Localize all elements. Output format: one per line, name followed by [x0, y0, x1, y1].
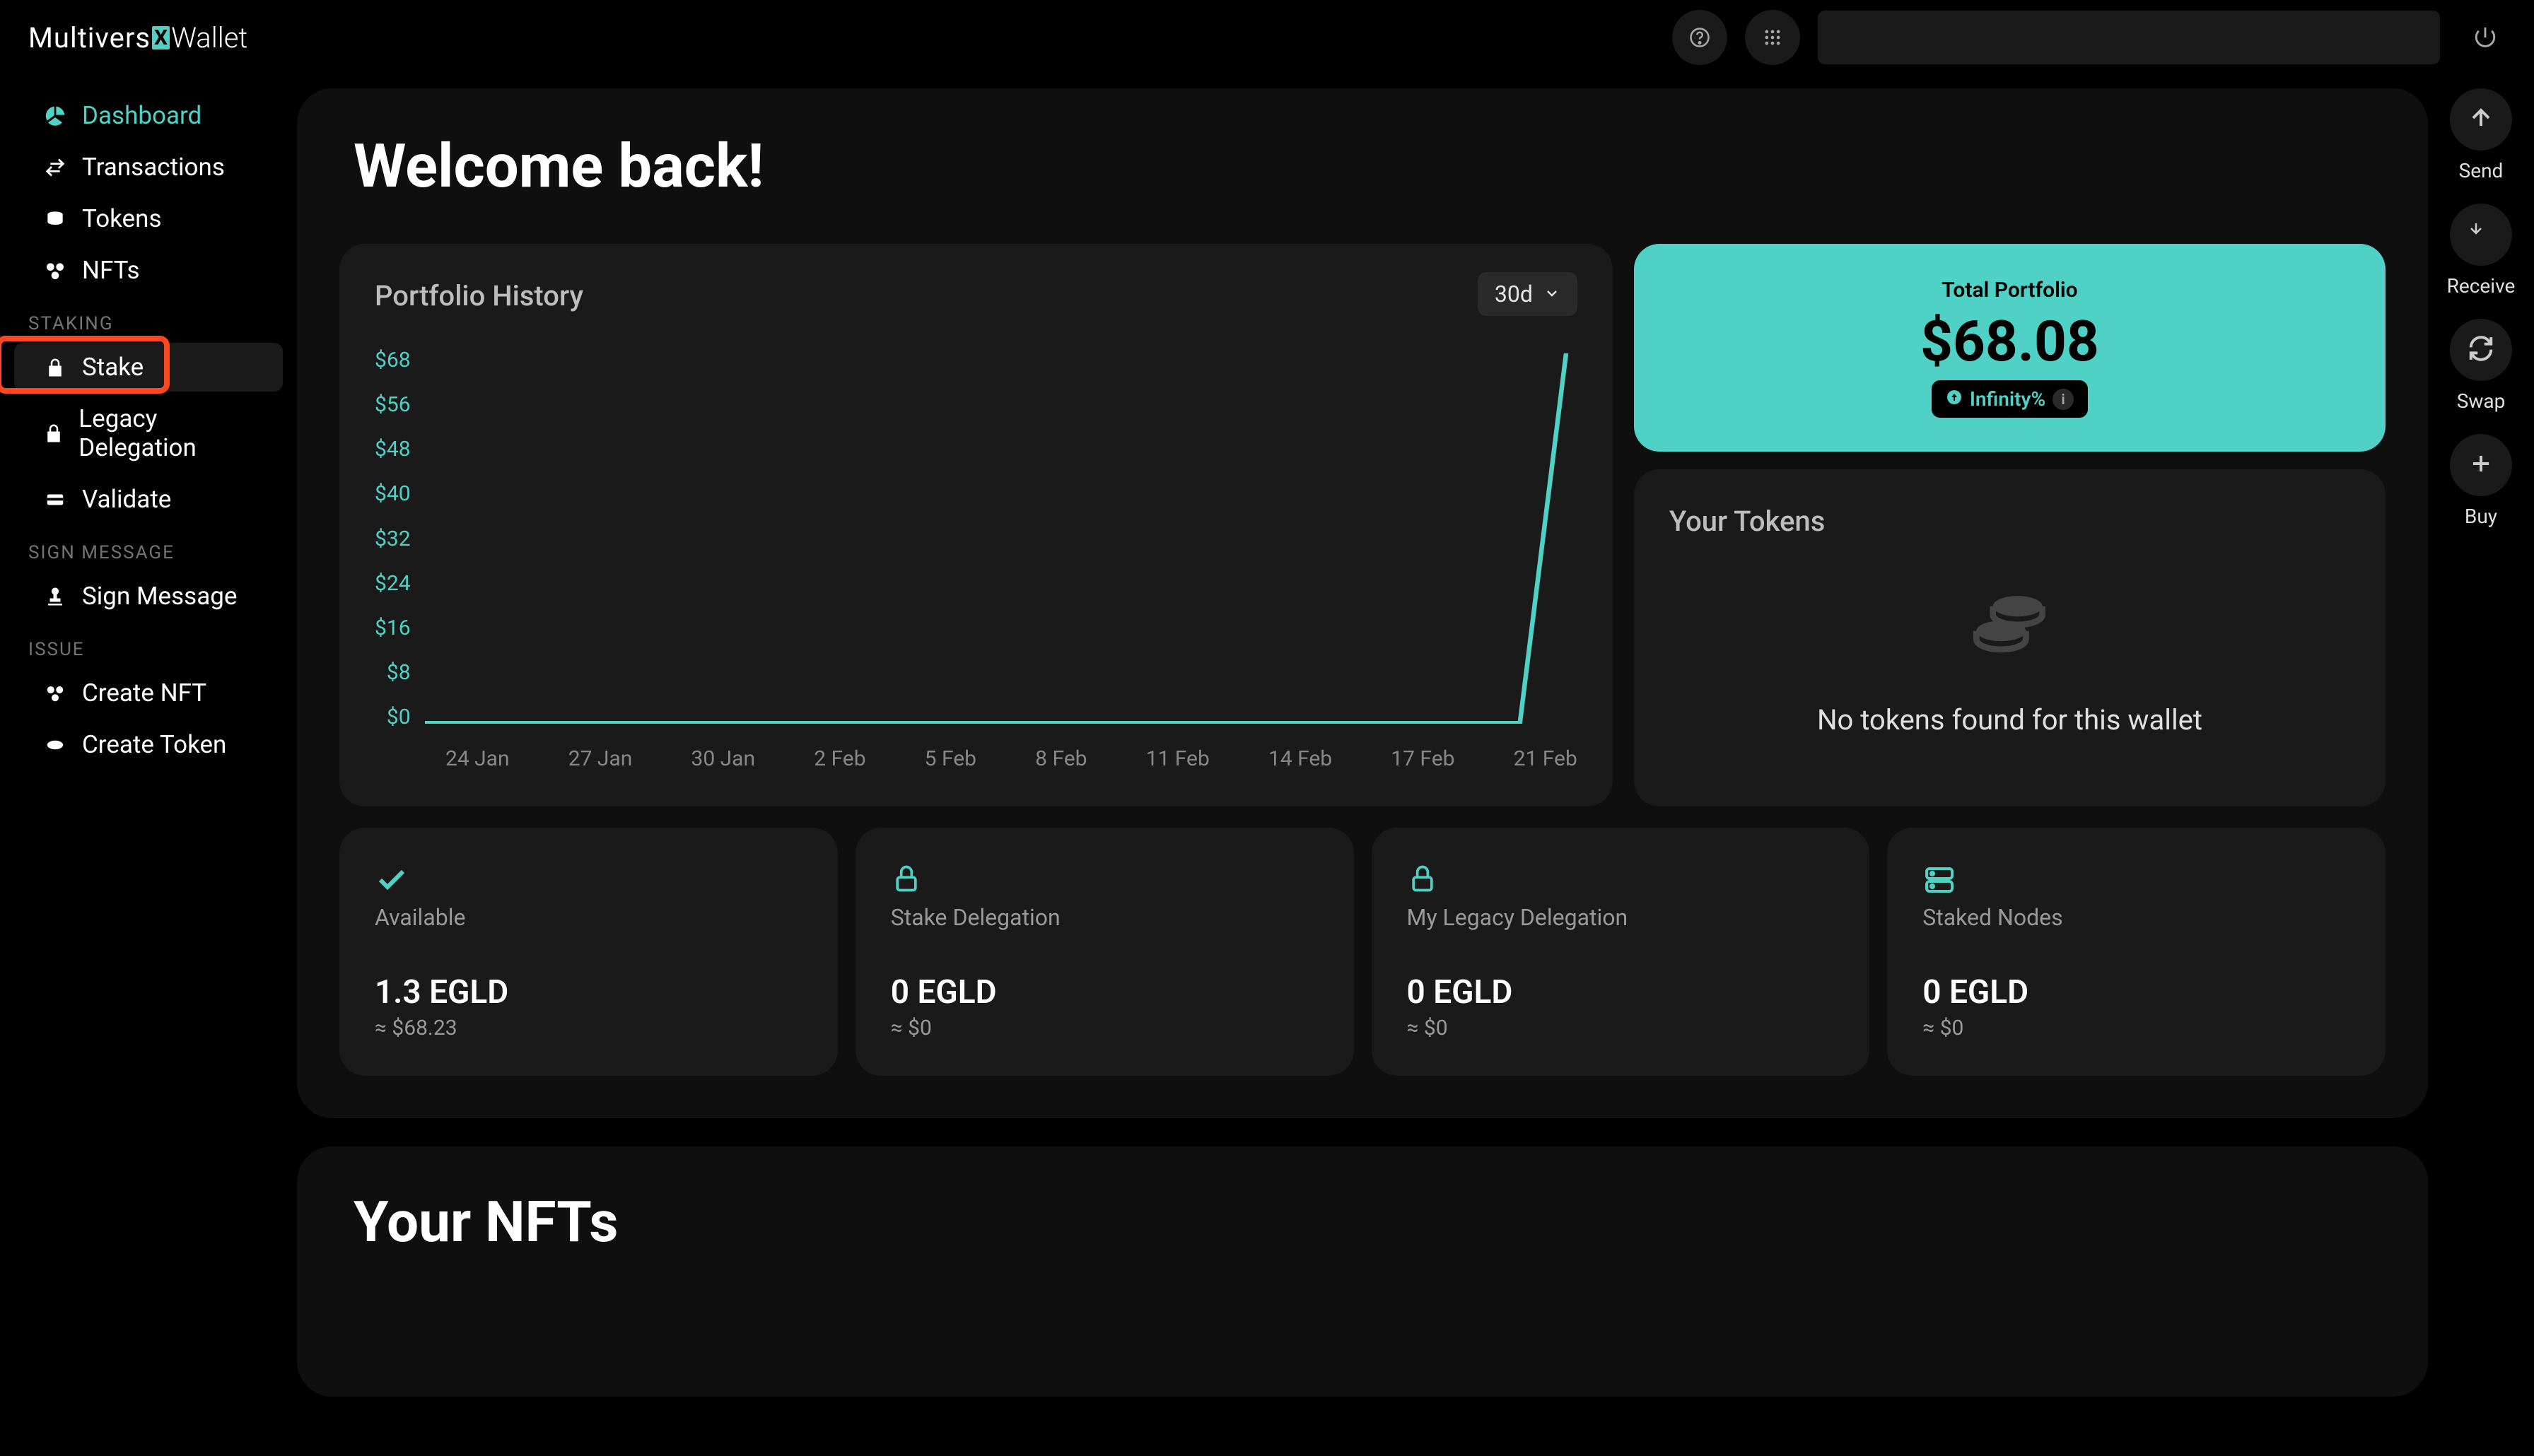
nft-icon	[42, 258, 68, 283]
rail-label: Send	[2459, 159, 2504, 182]
swap-icon	[2468, 335, 2494, 365]
coins-empty-icon	[1960, 573, 2059, 675]
sidebar-item-create-nft[interactable]: Create NFT	[14, 669, 283, 717]
stat-sub: ≈ $0	[1407, 1016, 1835, 1040]
nft-icon	[42, 681, 68, 706]
portfolio-history-card: Portfolio History 30d $68 $56	[339, 244, 1613, 806]
search-input[interactable]	[1818, 11, 2440, 64]
stamp-icon	[42, 584, 68, 609]
plus-icon	[2468, 450, 2494, 480]
your-nfts-card: Your NFTs	[297, 1146, 2428, 1397]
server-icon	[1922, 863, 2350, 891]
swap-button[interactable]: Swap	[2450, 319, 2512, 413]
sidebar-item-label: Tokens	[82, 204, 162, 233]
sidebar-item-label: Validate	[82, 485, 171, 514]
sidebar-item-label: Create Token	[82, 730, 226, 759]
info-icon[interactable]: i	[2053, 389, 2074, 410]
lock-icon	[42, 421, 64, 446]
total-portfolio-label: Total Portfolio	[1668, 278, 2352, 303]
arrow-down-icon	[2468, 220, 2494, 249]
stat-sub: ≈ $0	[1922, 1016, 2350, 1040]
sidebar-item-sign-message[interactable]: Sign Message	[14, 572, 283, 621]
period-selector[interactable]: 30d	[1478, 272, 1577, 316]
sidebar-item-dashboard[interactable]: Dashboard	[14, 91, 283, 140]
card-icon	[42, 487, 68, 512]
sidebar-section-issue: ISSUE	[0, 622, 297, 667]
send-button[interactable]: Send	[2450, 88, 2512, 182]
arrow-up-icon	[1946, 387, 1963, 411]
stat-value: 0 EGLD	[1922, 973, 2350, 1011]
pie-icon	[42, 103, 68, 129]
receive-button[interactable]: Receive	[2447, 204, 2516, 298]
portfolio-line-chart	[425, 348, 1577, 729]
period-label: 30d	[1495, 281, 1533, 307]
stat-label: Staked Nodes	[1922, 904, 2350, 931]
stat-card-staked-nodes: Staked Nodes 0 EGLD ≈ $0	[1887, 828, 2386, 1076]
rail-label: Buy	[2465, 505, 2497, 528]
sidebar-item-label: Dashboard	[82, 101, 202, 130]
sidebar-item-label: Create NFT	[82, 679, 206, 708]
topbar	[297, 0, 2534, 74]
sidebar-item-label: Legacy Delegation	[78, 404, 255, 462]
rail-label: Receive	[2447, 274, 2516, 298]
sidebar-item-legacy-delegation[interactable]: Legacy Delegation	[14, 394, 283, 472]
dashboard-card: Welcome back! Portfolio History 30d	[297, 88, 2428, 1118]
logo-text-2: X	[152, 26, 170, 49]
total-portfolio-card: Total Portfolio $68.08 Infinity% i	[1634, 244, 2386, 452]
stat-sub: ≈ $68.23	[375, 1016, 802, 1040]
coin-icon	[42, 732, 68, 758]
total-portfolio-value: $68.08	[1668, 308, 2352, 375]
page-title: Welcome back!	[339, 131, 2386, 201]
your-tokens-title: Your Tokens	[1669, 505, 2350, 538]
sidebar-item-transactions[interactable]: Transactions	[14, 143, 283, 192]
stat-label: My Legacy Delegation	[1407, 904, 1835, 931]
stat-sub: ≈ $0	[891, 1016, 1319, 1040]
sidebar-item-label: NFTs	[82, 256, 140, 285]
check-icon	[375, 863, 802, 891]
stat-label: Available	[375, 904, 802, 931]
chevron-down-icon	[1543, 281, 1560, 307]
sidebar-item-create-token[interactable]: Create Token	[14, 720, 283, 769]
total-portfolio-change-badge: Infinity% i	[1932, 380, 2088, 418]
action-rail: Send Receive Swap Buy	[2428, 74, 2534, 1456]
exchange-icon	[42, 155, 68, 180]
stat-value: 0 EGLD	[1407, 973, 1835, 1011]
lock-icon	[1407, 863, 1835, 891]
sidebar-item-label: Stake	[82, 353, 144, 382]
portfolio-history-title: Portfolio History	[375, 279, 1577, 312]
sidebar-item-stake[interactable]: Stake	[14, 343, 283, 392]
sidebar-item-nfts[interactable]: NFTs	[14, 246, 283, 295]
chart-x-axis: 24 Jan 27 Jan 30 Jan 2 Feb 5 Feb 8 Feb 1…	[375, 746, 1577, 771]
rail-label: Swap	[2457, 389, 2506, 413]
your-nfts-title: Your NFTs	[354, 1189, 2371, 1255]
lock-icon	[42, 355, 68, 380]
chart-y-axis: $68 $56 $48 $40 $32 $24 $16 $8 $0	[375, 348, 425, 729]
logo-text-1: Multivers	[28, 21, 151, 54]
sidebar-item-validate[interactable]: Validate	[14, 475, 283, 524]
buy-button[interactable]: Buy	[2450, 434, 2512, 528]
sidebar-section-staking: STAKING	[0, 296, 297, 341]
sidebar-item-tokens[interactable]: Tokens	[14, 194, 283, 243]
lock-icon	[891, 863, 1319, 891]
help-button[interactable]	[1672, 10, 1727, 65]
sidebar: MultiversXWallet Dashboard Transactions …	[0, 0, 297, 1456]
stat-card-available: Available 1.3 EGLD ≈ $68.23	[339, 828, 838, 1076]
stat-value: 0 EGLD	[891, 973, 1319, 1011]
stat-label: Stake Delegation	[891, 904, 1319, 931]
logo[interactable]: MultiversXWallet	[0, 21, 297, 54]
tokens-empty-text: No tokens found for this wallet	[1817, 703, 2202, 736]
sidebar-item-label: Sign Message	[82, 582, 237, 611]
sidebar-section-sign: SIGN MESSAGE	[0, 525, 297, 570]
stat-value: 1.3 EGLD	[375, 973, 802, 1011]
logo-text-3: Wallet	[171, 21, 247, 54]
stat-card-stake-delegation: Stake Delegation 0 EGLD ≈ $0	[856, 828, 1354, 1076]
your-tokens-card: Your Tokens No tokens found for this wal…	[1634, 469, 2386, 806]
coins-icon	[42, 206, 68, 232]
stat-card-legacy-delegation: My Legacy Delegation 0 EGLD ≈ $0	[1372, 828, 1870, 1076]
logout-button[interactable]	[2458, 10, 2513, 65]
sidebar-item-label: Transactions	[82, 153, 225, 182]
arrow-up-icon	[2468, 105, 2494, 134]
apps-button[interactable]	[1745, 10, 1800, 65]
